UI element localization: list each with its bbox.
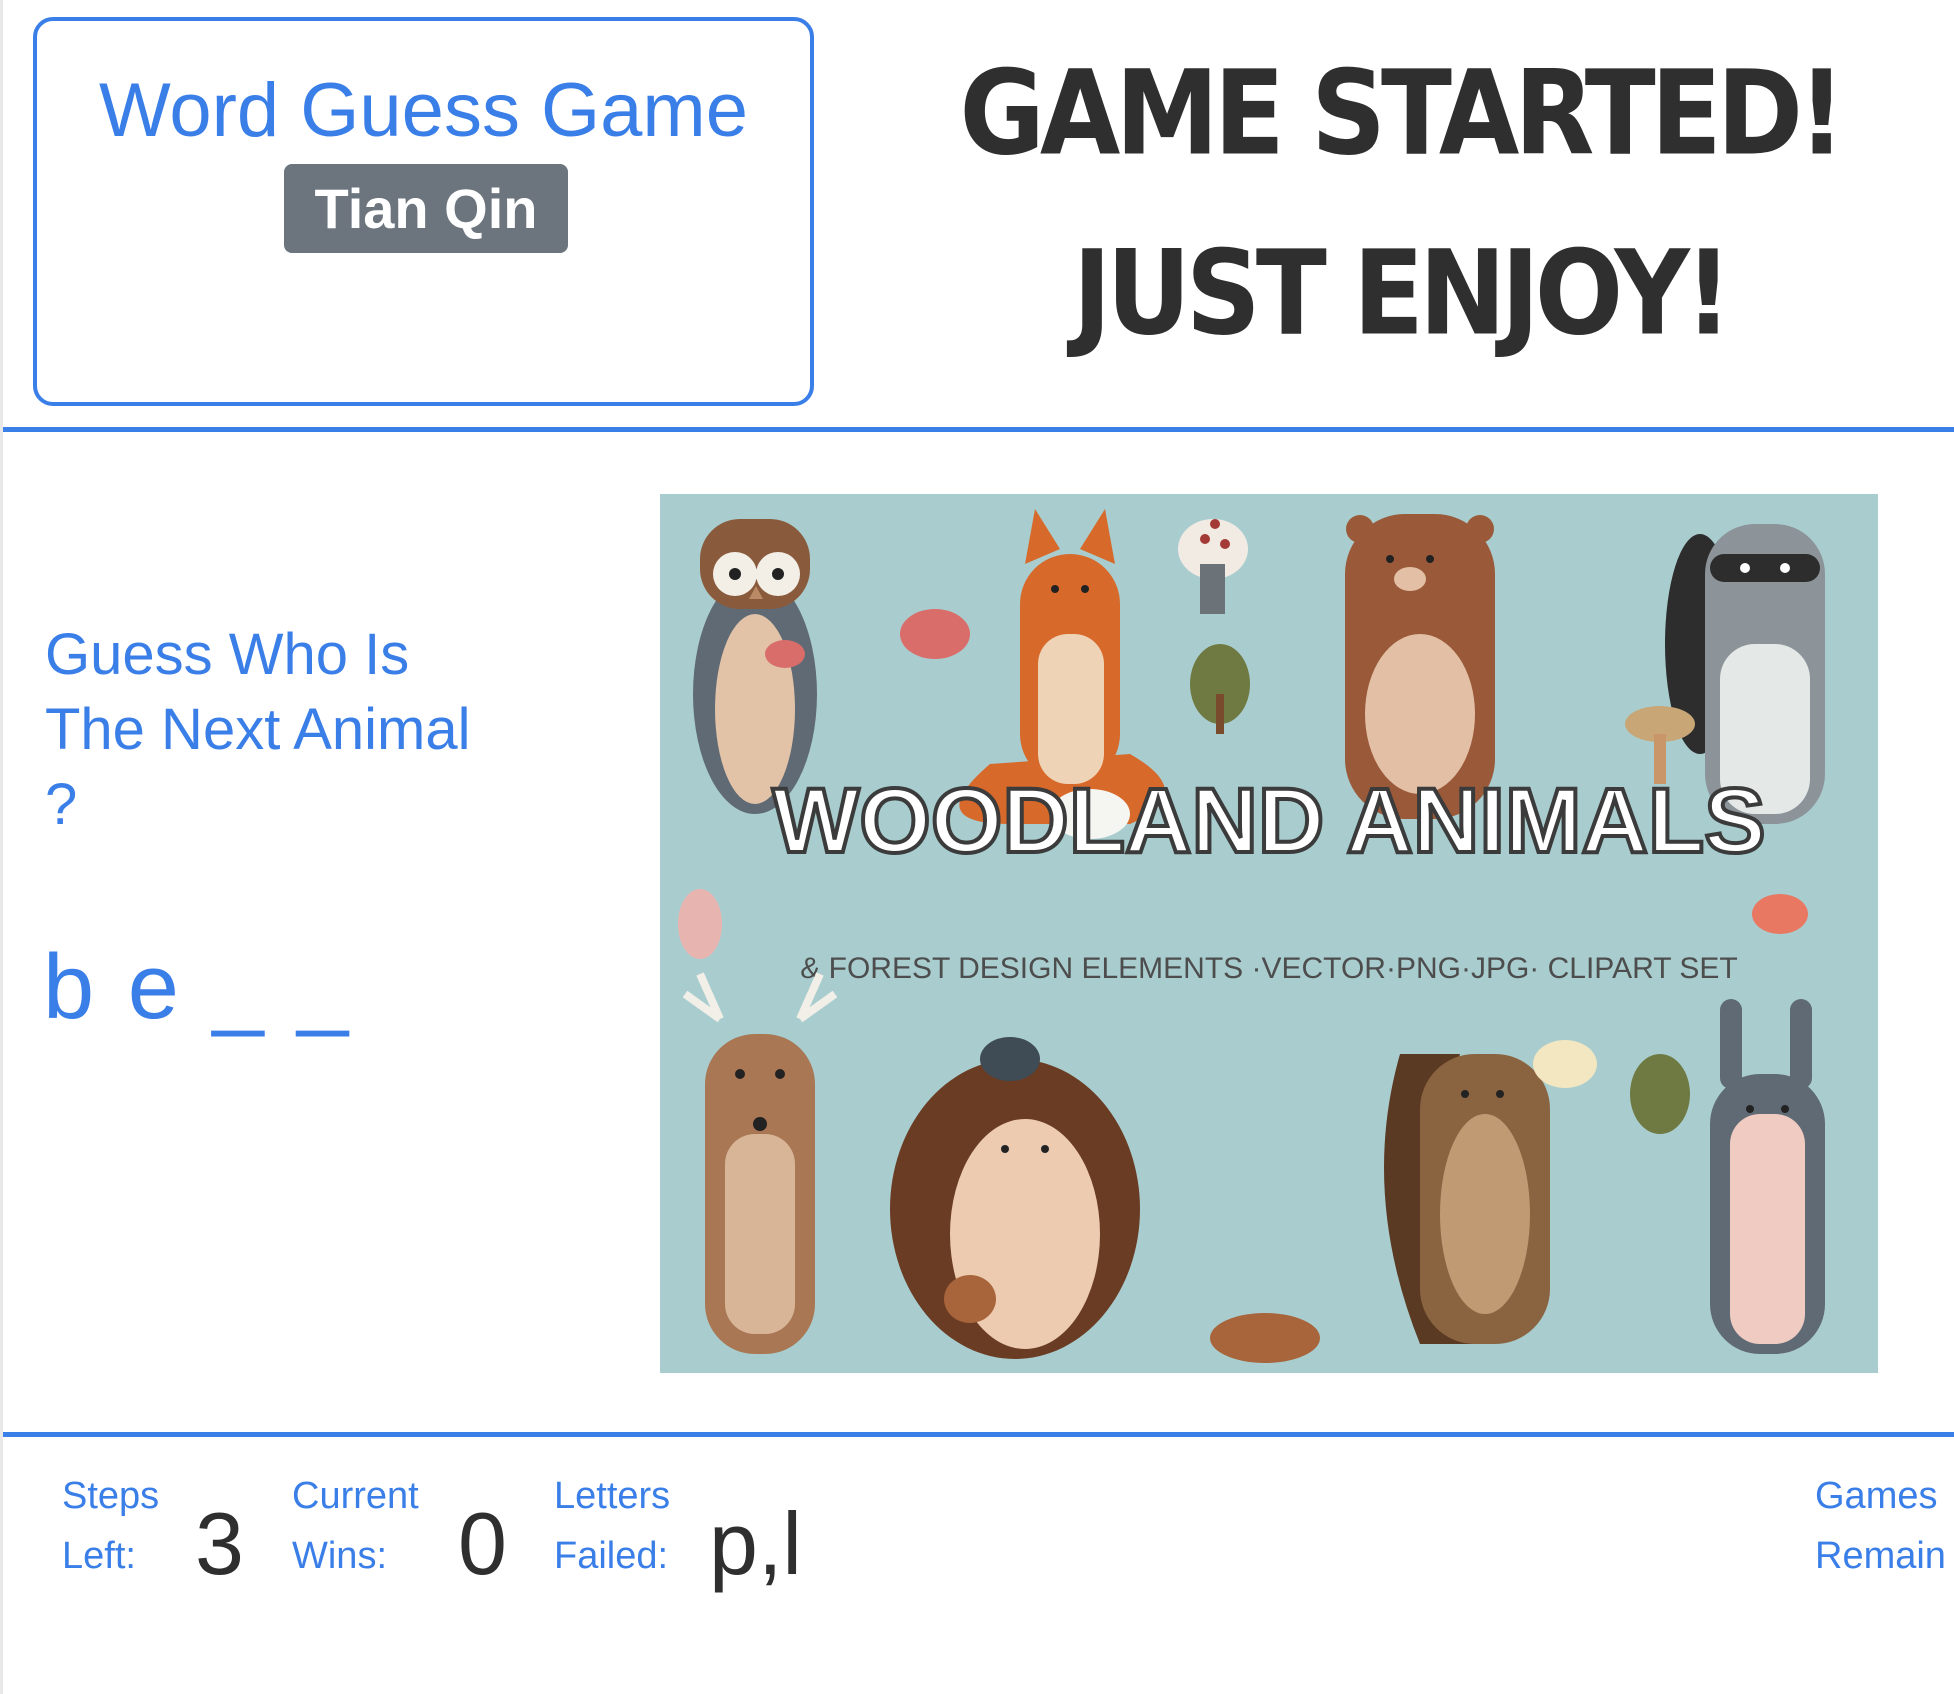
steps-left-value: 3: [195, 1494, 244, 1593]
current-wins-label: Current Wins:: [292, 1466, 419, 1586]
current-wins-label-line1: Current: [292, 1475, 419, 1517]
games-remain-label-line2: Remain: [1815, 1535, 1946, 1577]
letters-failed-label-line1: Letters: [554, 1475, 671, 1517]
steps-left-label-line1: Steps: [62, 1475, 160, 1517]
status-banner: GAME STARTED! JUST ENJOY!: [850, 45, 1950, 362]
woodland-animals-image: WOODLAND ANIMALS & FOREST DESIGN ELEMENT…: [660, 494, 1878, 1373]
illustration-title: WOODLAND ANIMALS: [772, 770, 1765, 872]
window-edge: [0, 0, 3, 1694]
woodland-animals-illustration: WOODLAND ANIMALS & FOREST DESIGN ELEMENT…: [660, 494, 1878, 1373]
hedgehog-figure: [890, 1059, 1140, 1359]
steps-left-label-line2: Left:: [62, 1535, 136, 1577]
illustration-subtitle: & FOREST DESIGN ELEMENTS ·VECTOR·PNG·JPG…: [800, 952, 1737, 985]
status-line-started: GAME STARTED!: [959, 44, 1845, 182]
letters-failed-label: Letters Failed:: [554, 1466, 670, 1586]
title-card: Word Guess Game Tian Qin: [33, 17, 814, 406]
bottom-divider: [3, 1432, 1954, 1437]
author-badge: Tian Qin: [284, 164, 568, 253]
steps-left-label: Steps Left:: [62, 1466, 159, 1586]
top-divider: [3, 427, 1954, 432]
status-line-enjoy: JUST ENJOY!: [1072, 224, 1732, 362]
current-wins-label-line2: Wins:: [292, 1535, 387, 1577]
letters-failed-value: p,l: [709, 1494, 802, 1593]
letters-failed-label-line2: Failed:: [554, 1535, 669, 1577]
guess-prompt: Guess Who Is The Next Animal ?: [45, 622, 471, 837]
word-display: b e _ _: [43, 936, 353, 1038]
games-remain-label-line1: Games: [1815, 1475, 1938, 1517]
squirrel-figure: [1384, 1054, 1550, 1344]
games-remain-label: Games Remain: [1815, 1466, 1946, 1586]
current-wins-value: 0: [458, 1494, 507, 1593]
game-title: Word Guess Game: [98, 68, 749, 153]
